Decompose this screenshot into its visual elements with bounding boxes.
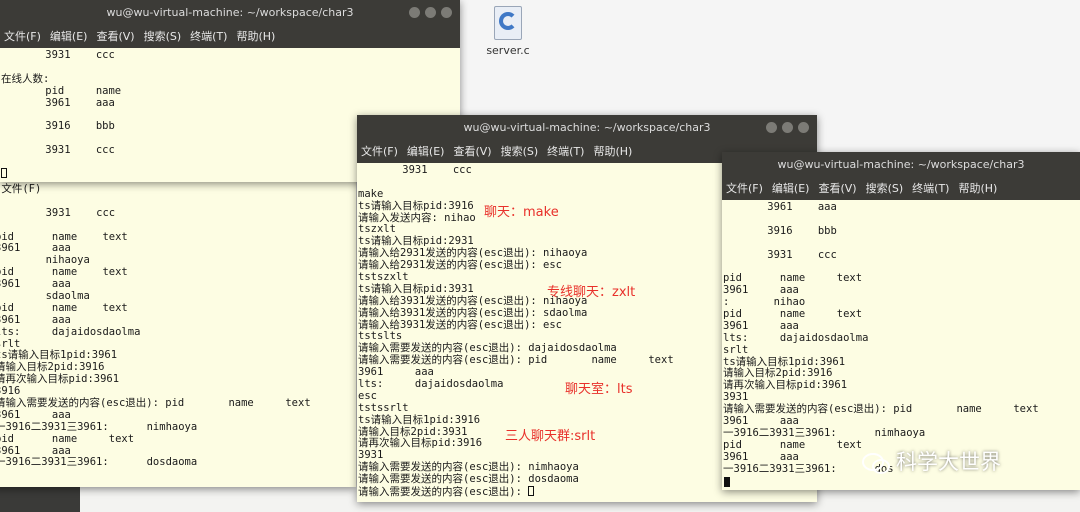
menu-item[interactable]: 搜索(S) bbox=[866, 182, 904, 195]
window-title: wu@wu-virtual-machine: ~/workspace/char3 bbox=[777, 158, 1025, 171]
menu-item[interactable]: 终端(T) bbox=[190, 30, 227, 43]
desktop-file-label: server.c bbox=[486, 44, 530, 57]
terminal-cursor bbox=[528, 486, 535, 497]
wechat-icon bbox=[862, 451, 890, 474]
window-titlebar[interactable]: wu@wu-virtual-machine: ~/workspace/char3 bbox=[722, 152, 1080, 178]
menu-item[interactable]: 查看(V) bbox=[453, 145, 491, 158]
menu-item[interactable]: 编辑(E) bbox=[407, 145, 445, 158]
menu-item[interactable]: 搜索(S) bbox=[144, 30, 182, 43]
terminal-cursor bbox=[1, 168, 7, 178]
terminal-line: 3931 ccc bbox=[0, 206, 116, 219]
maximize-icon[interactable] bbox=[782, 122, 793, 133]
terminal-line: pid name text bbox=[0, 432, 135, 445]
menu-item[interactable]: 编辑(E) bbox=[50, 30, 88, 43]
menu-item[interactable]: 终端(T) bbox=[912, 182, 949, 195]
annotation-chat-room: 聊天室：lts bbox=[565, 382, 633, 397]
menu-item[interactable]: 查看(V) bbox=[818, 182, 856, 195]
menu-item[interactable]: 查看(V) bbox=[96, 30, 134, 43]
terminal-line: 3931 ccc bbox=[723, 248, 837, 261]
annotation-private-chat: 专线聊天：zxlt bbox=[547, 285, 636, 300]
menu-bar: 文件(F) 编辑(E) 查看(V) 搜索(S) 终端(T) 帮助(H) bbox=[722, 178, 1080, 200]
menu-item[interactable]: 帮助(H) bbox=[593, 145, 632, 158]
terminal-line: 在线人数: bbox=[1, 72, 50, 85]
watermark: 科学大世界 bbox=[862, 446, 1001, 476]
terminal-output: 3961 aaa 3916 bbb 3931 ccc pid name text 3… bbox=[722, 200, 1080, 475]
terminal-line: 请再次输入目标pid:3961 bbox=[723, 379, 848, 392]
menu-item[interactable]: 终端(T) bbox=[547, 145, 584, 158]
terminal-line: 3961 aaa bbox=[723, 319, 799, 332]
menu-item[interactable]: 搜索(S) bbox=[501, 145, 539, 158]
minimize-icon[interactable] bbox=[766, 122, 777, 133]
terminal-line: 3916 bbb bbox=[723, 224, 837, 237]
terminal-line: 3961 aaa bbox=[0, 313, 71, 326]
window-titlebar[interactable]: wu@wu-virtual-machine: ~/workspace/char3 bbox=[357, 115, 817, 141]
watermark-text: 科学大世界 bbox=[896, 450, 1001, 474]
window-title: wu@wu-virtual-machine: ~/workspace/char3 bbox=[463, 121, 711, 134]
window-title: wu@wu-virtual-machine: ~/workspace/char3 bbox=[106, 6, 354, 19]
terminal-line: pid name bbox=[1, 84, 122, 97]
menu-bar: 文件(F) 编辑(E) 查看(V) 搜索(S) 终端(T) 帮助(H) bbox=[0, 26, 460, 48]
terminal-line: 3931 ccc bbox=[1, 49, 115, 61]
menu-item[interactable]: 文件(F) bbox=[361, 145, 398, 158]
terminal-line: 3961 aaa bbox=[1, 96, 115, 109]
terminal-window-right[interactable]: wu@wu-virtual-machine: ~/workspace/char3… bbox=[722, 152, 1080, 490]
menu-item[interactable]: 帮助(H) bbox=[958, 182, 997, 195]
maximize-icon[interactable] bbox=[425, 7, 436, 18]
close-icon[interactable] bbox=[798, 122, 809, 133]
terminal-line: 3961 aaa bbox=[723, 201, 837, 213]
terminal-line: 一3916二3931三3961: dosdaoma bbox=[0, 456, 198, 469]
terminal-output: 文件(F) 3931 ccc pid name text 3961 aaa: ni… bbox=[0, 182, 356, 469]
menu-item[interactable]: 帮助(H) bbox=[236, 30, 275, 43]
minimize-icon[interactable] bbox=[409, 7, 420, 18]
terminal-line: 请再次输入目标pid:3961 bbox=[0, 373, 120, 386]
menu-item[interactable]: 文件(F) bbox=[726, 182, 763, 195]
terminal-line: pid name text bbox=[0, 301, 128, 314]
terminal-line: lts: dajaidosdaolma bbox=[0, 325, 141, 338]
terminal-line: 一3916二3931三3961: nimhaoya bbox=[0, 420, 198, 433]
c-file-icon bbox=[494, 6, 522, 40]
menu-item[interactable]: 文件(F) bbox=[4, 30, 41, 43]
window-titlebar[interactable]: wu@wu-virtual-machine: ~/workspace/char3 bbox=[0, 0, 460, 26]
terminal-line: 文件(F) bbox=[1, 183, 42, 195]
annotation-chat: 聊天：make bbox=[484, 205, 559, 220]
terminal-line: lts: dajaidosdaolma bbox=[723, 331, 869, 344]
close-icon[interactable] bbox=[441, 7, 452, 18]
annotation-group-chat: 三人聊天群:srlt bbox=[505, 429, 596, 444]
terminal-cursor bbox=[724, 477, 730, 487]
terminal-line: srlt bbox=[723, 343, 749, 356]
terminal-window-bottom-left[interactable]: 文件(F) 3931 ccc pid name text 3961 aaa: ni… bbox=[0, 182, 356, 487]
desktop-file-server-c[interactable]: server.c bbox=[478, 6, 538, 57]
menu-item[interactable]: 编辑(E) bbox=[772, 182, 810, 195]
